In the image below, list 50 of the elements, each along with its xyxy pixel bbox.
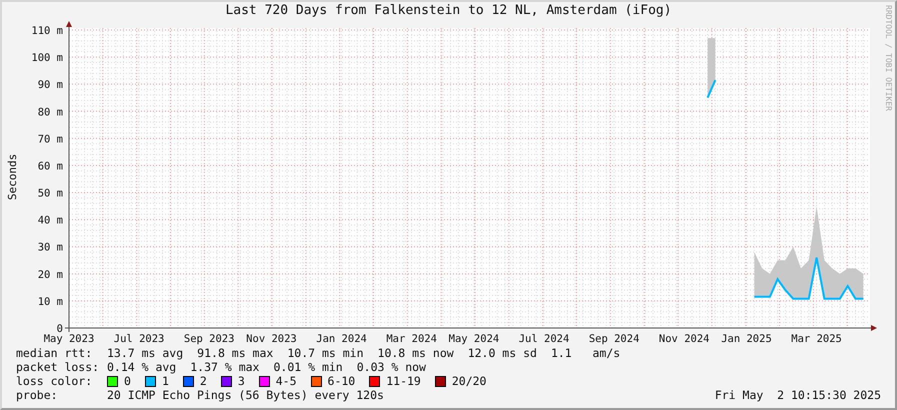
- legend-value: 1: [162, 374, 169, 388]
- legend-label: packet loss:: [16, 360, 100, 374]
- y-tick-label: 60 m: [38, 160, 63, 172]
- legend-value: 20/20: [452, 374, 486, 388]
- legend-value: 20 ICMP Echo Pings (56 Bytes) every 120s: [107, 388, 384, 402]
- timestamp: Fri May 2 10:15:30 2025: [714, 388, 881, 402]
- y-tick-label: 40 m: [38, 214, 63, 227]
- x-tick-label: Sep 2023: [184, 333, 234, 345]
- y-tick-label: 30 m: [38, 242, 63, 254]
- y-tick-label: 50 m: [38, 188, 63, 200]
- legend-value: 91.8 ms max: [197, 346, 274, 360]
- legend-value: 0.01 % min: [274, 360, 343, 374]
- legend-label: loss color:: [16, 374, 94, 388]
- x-tick-label: Sep 2024: [588, 333, 640, 345]
- legend-value: 4-5: [276, 374, 297, 388]
- legend-label: probe:: [16, 388, 59, 402]
- y-tick-label: 80 m: [38, 106, 63, 118]
- legend-value: 2: [200, 374, 207, 388]
- legend-label: median rtt:: [16, 346, 94, 360]
- y-tick-label: 100 m: [31, 52, 63, 64]
- x-tick-label: Jul 2024: [518, 333, 570, 345]
- legend-value: 11-19: [386, 374, 421, 388]
- x-tick-label: Jul 2023: [114, 333, 164, 345]
- legend-value: 1.37 % max: [190, 360, 260, 374]
- legend-value: 6-10: [328, 374, 356, 388]
- x-tick-label: Nov 2023: [246, 333, 297, 345]
- legend-value: 0.03 % now: [356, 360, 426, 374]
- legend-value: 12.0 ms sd: [468, 346, 537, 360]
- legend-value: 0.14 % avg: [107, 360, 176, 374]
- y-tick-label: 70 m: [38, 133, 63, 146]
- credit-text: RRDTOOL / TOBI OETIKER: [884, 5, 893, 111]
- x-tick-label: Nov 2024: [658, 333, 710, 345]
- legend-value: 0: [124, 374, 131, 388]
- legend-value: 13.7 ms avg: [107, 346, 184, 360]
- legend-value: 1.1 am/s: [550, 346, 620, 360]
- legend-value: 3: [238, 374, 245, 388]
- y-tick-label: 10 m: [38, 296, 63, 308]
- y-tick-label: 20 m: [38, 268, 63, 281]
- y-tick-label: 0: [56, 323, 63, 335]
- y-tick-label: 90 m: [38, 79, 63, 92]
- x-tick-label: Jan 2024: [316, 333, 367, 345]
- x-tick-label: Mar 2024: [386, 333, 437, 345]
- legend-value: 10.8 ms now: [378, 346, 454, 360]
- x-tick-label: Mar 2025: [791, 333, 842, 345]
- x-tick-label: Jan 2025: [721, 333, 772, 345]
- legend-value: 10.7 ms min: [287, 346, 364, 360]
- y-tick-label: 110 m: [31, 25, 63, 37]
- y-axis-title: Seconds: [6, 154, 19, 200]
- x-tick-label: May 2024: [448, 333, 500, 345]
- x-tick-label: May 2023: [44, 333, 94, 345]
